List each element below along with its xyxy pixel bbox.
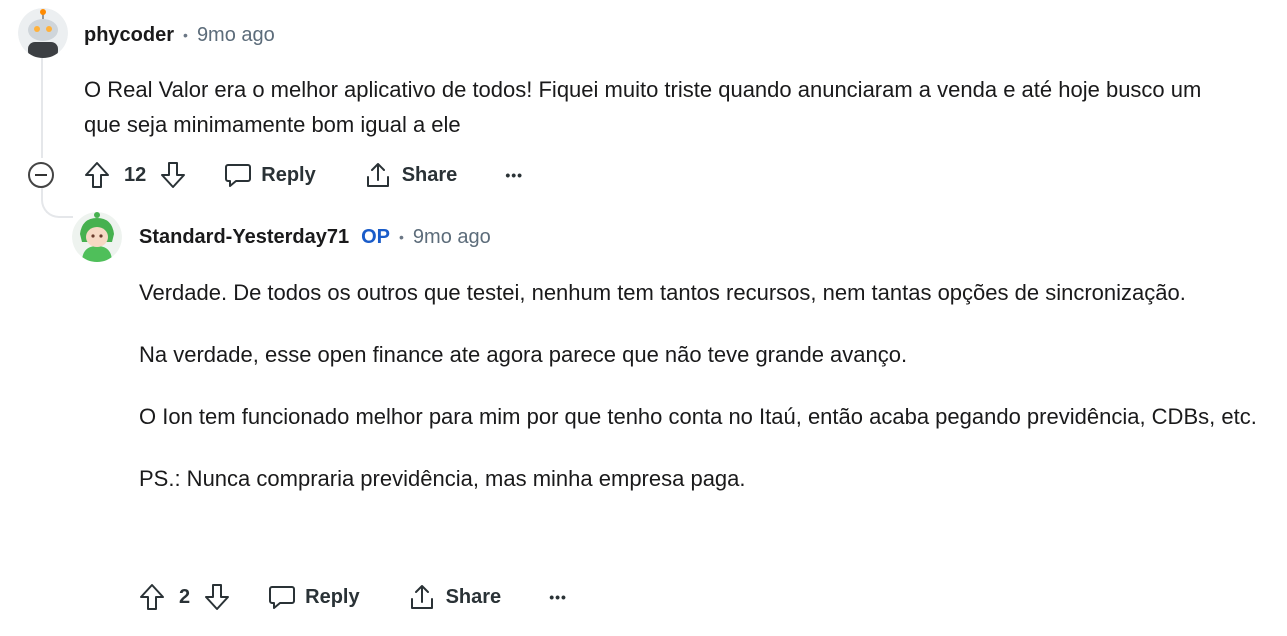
downvote-icon	[205, 584, 230, 610]
more-options-button[interactable]: •••	[505, 167, 523, 183]
upvote-icon	[140, 584, 164, 610]
more-options-button[interactable]: •••	[549, 589, 567, 605]
vote-count: 2	[179, 585, 191, 608]
vote-count: 12	[124, 163, 147, 186]
timestamp[interactable]: 9mo ago	[413, 226, 491, 249]
comment-icon	[269, 586, 296, 609]
upvote-button[interactable]	[84, 161, 110, 189]
comment-paragraph: Verdade. De todos os outros que testei, …	[139, 280, 1186, 305]
comment-meta: Standard-Yesterday71 OP • 9mo ago	[139, 226, 491, 248]
upvote-button[interactable]	[139, 583, 165, 611]
comment-body: Verdade. De todos os outros que testei, …	[139, 275, 1279, 496]
share-label: Share	[401, 163, 458, 186]
author-name[interactable]: phycoder	[84, 24, 174, 47]
comment-meta: phycoder • 9mo ago	[84, 24, 275, 46]
share-label: Share	[445, 585, 502, 608]
share-icon	[366, 163, 389, 187]
share-button[interactable]: Share	[408, 583, 502, 611]
thread-connector	[41, 186, 73, 218]
collapse-icon[interactable]	[28, 162, 54, 188]
reply-button[interactable]: Reply	[224, 161, 316, 189]
reply-label: Reply	[305, 585, 360, 608]
comment-paragraph: O Real Valor era o melhor aplicativo de …	[84, 77, 1202, 137]
reply-button[interactable]: Reply	[268, 583, 360, 611]
comment-icon	[225, 164, 252, 187]
action-bar: 12 Reply Share •••	[84, 160, 523, 190]
thread-line	[41, 58, 43, 158]
comment-paragraph: O Ion tem funcionado melhor para mim por…	[139, 404, 1257, 429]
downvote-button[interactable]	[160, 161, 186, 189]
upvote-icon	[85, 162, 109, 188]
comment-paragraph: PS.: Nunca compraria previdência, mas mi…	[139, 466, 746, 491]
comment-body: O Real Valor era o melhor aplicativo de …	[84, 72, 1244, 142]
separator-dot: •	[399, 229, 404, 245]
share-button[interactable]: Share	[364, 161, 458, 189]
action-bar: 2 Reply Share •••	[139, 582, 567, 612]
reply-label: Reply	[261, 163, 316, 186]
op-badge: OP	[361, 225, 391, 248]
avatar[interactable]	[18, 8, 68, 58]
share-icon	[410, 585, 433, 609]
downvote-icon	[161, 162, 186, 188]
downvote-button[interactable]	[204, 583, 230, 611]
author-name[interactable]: Standard-Yesterday71	[139, 226, 349, 249]
timestamp[interactable]: 9mo ago	[197, 24, 275, 47]
avatar[interactable]	[72, 212, 122, 262]
comment-paragraph: Na verdade, esse open finance ate agora …	[139, 342, 908, 367]
separator-dot: •	[183, 27, 188, 43]
